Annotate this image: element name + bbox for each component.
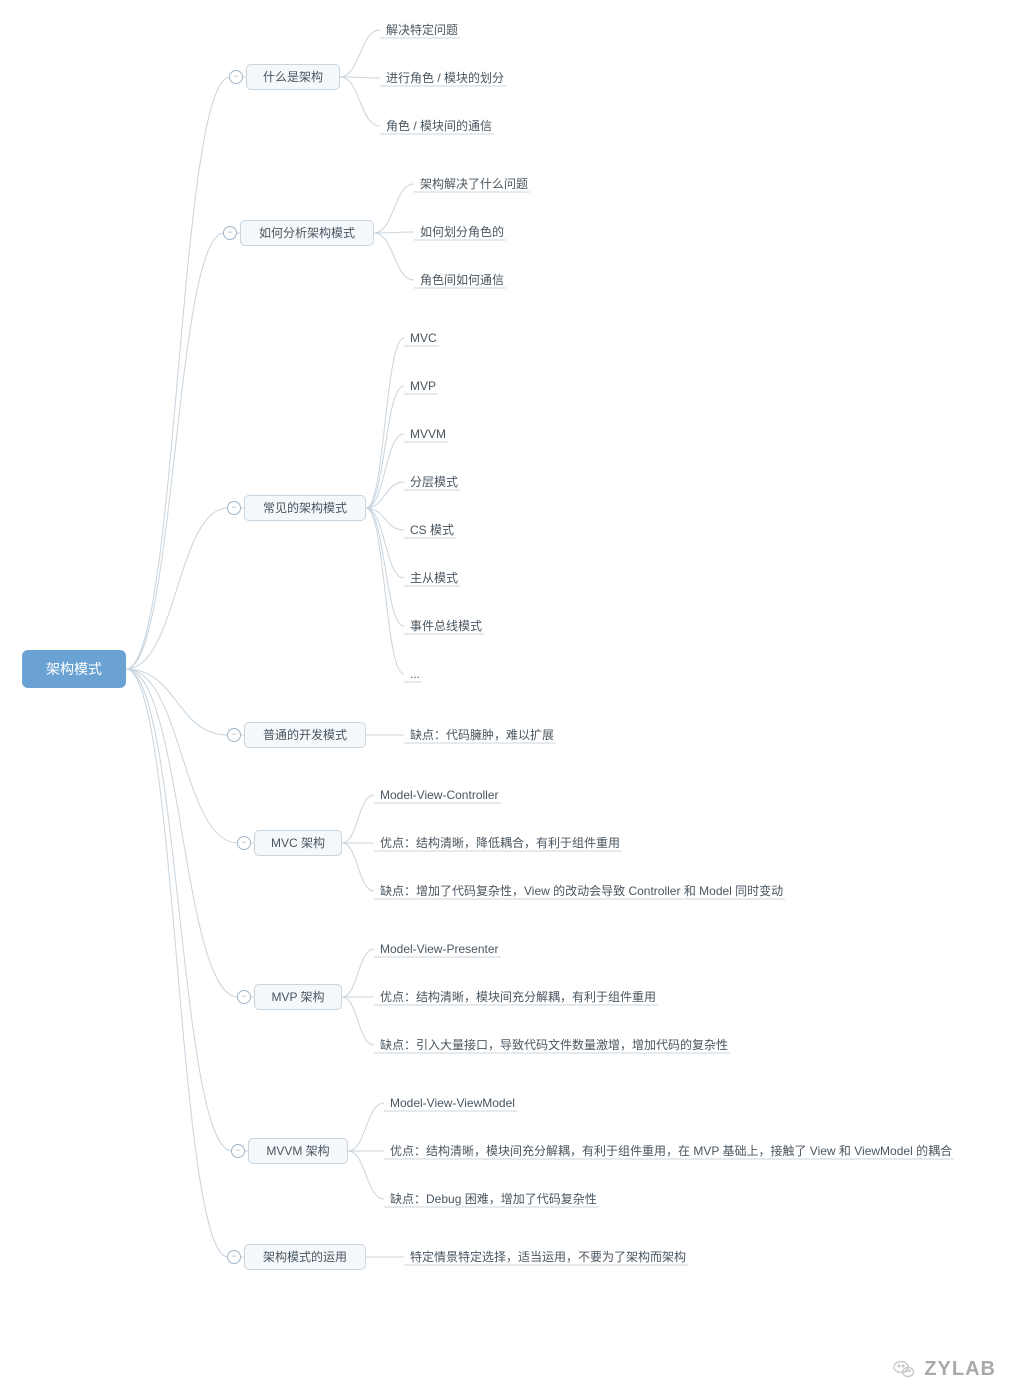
leaf-node-2-7: ... [410, 667, 420, 681]
leaf-node-1-0: 架构解决了什么问题 [420, 177, 528, 191]
connector-layer [0, 0, 1016, 1389]
collapse-toggle[interactable]: − [227, 501, 241, 515]
leaf-node-0-2: 角色 / 模块间的通信 [386, 119, 492, 133]
collapse-toggle[interactable]: − [229, 70, 243, 84]
leaf-node-2-4: CS 模式 [410, 523, 454, 537]
branch-node-0[interactable]: 什么是架构 [246, 64, 340, 90]
branch-node-1[interactable]: 如何分析架构模式 [240, 220, 374, 246]
leaf-node-2-6: 事件总线模式 [410, 619, 482, 633]
branch-node-6[interactable]: MVVM 架构 [248, 1138, 348, 1164]
branch-node-2[interactable]: 常见的架构模式 [244, 495, 366, 521]
leaf-node-6-0: Model-View-ViewModel [390, 1096, 515, 1110]
leaf-node-7-0: 特定情景特定选择，适当运用，不要为了架构而架构 [410, 1250, 686, 1264]
collapse-toggle[interactable]: − [237, 836, 251, 850]
mindmap-canvas: ZYLAB 架构模式什么是架构−解决特定问题进行角色 / 模块的划分角色 / 模… [0, 0, 1016, 1389]
leaf-node-0-1: 进行角色 / 模块的划分 [386, 71, 504, 85]
branch-node-7[interactable]: 架构模式的运用 [244, 1244, 366, 1270]
collapse-toggle[interactable]: − [237, 990, 251, 1004]
root-node[interactable]: 架构模式 [22, 650, 126, 688]
watermark-text: ZYLAB [924, 1358, 996, 1381]
leaf-node-2-1: MVP [410, 379, 436, 393]
wechat-icon [892, 1357, 916, 1381]
leaf-node-4-2: 缺点：增加了代码复杂性，View 的改动会导致 Controller 和 Mod… [380, 884, 783, 898]
leaf-node-2-5: 主从模式 [410, 571, 458, 585]
leaf-node-5-2: 缺点：引入大量接口，导致代码文件数量激增，增加代码的复杂性 [380, 1038, 728, 1052]
branch-node-3[interactable]: 普通的开发模式 [244, 722, 366, 748]
leaf-node-2-2: MVVM [410, 427, 446, 441]
leaf-node-1-1: 如何划分角色的 [420, 225, 504, 239]
branch-node-5[interactable]: MVP 架构 [254, 984, 342, 1010]
collapse-toggle[interactable]: − [231, 1144, 245, 1158]
leaf-node-3-0: 缺点：代码臃肿，难以扩展 [410, 728, 554, 742]
leaf-node-5-0: Model-View-Presenter [380, 942, 499, 956]
leaf-node-0-0: 解决特定问题 [386, 23, 458, 37]
leaf-node-2-3: 分层模式 [410, 475, 458, 489]
leaf-node-4-1: 优点：结构清晰，降低耦合，有利于组件重用 [380, 836, 620, 850]
collapse-toggle[interactable]: − [227, 728, 241, 742]
collapse-toggle[interactable]: − [223, 226, 237, 240]
watermark: ZYLAB [892, 1357, 996, 1381]
branch-node-4[interactable]: MVC 架构 [254, 830, 342, 856]
leaf-node-2-0: MVC [410, 331, 437, 345]
leaf-node-1-2: 角色间如何通信 [420, 273, 504, 287]
leaf-node-6-1: 优点：结构清晰，模块间充分解耦，有利于组件重用，在 MVP 基础上，接触了 Vi… [390, 1144, 952, 1158]
collapse-toggle[interactable]: − [227, 1250, 241, 1264]
leaf-node-5-1: 优点：结构清晰，模块间充分解耦，有利于组件重用 [380, 990, 656, 1004]
leaf-node-6-2: 缺点：Debug 困难，增加了代码复杂性 [390, 1192, 597, 1206]
leaf-node-4-0: Model-View-Controller [380, 788, 499, 802]
